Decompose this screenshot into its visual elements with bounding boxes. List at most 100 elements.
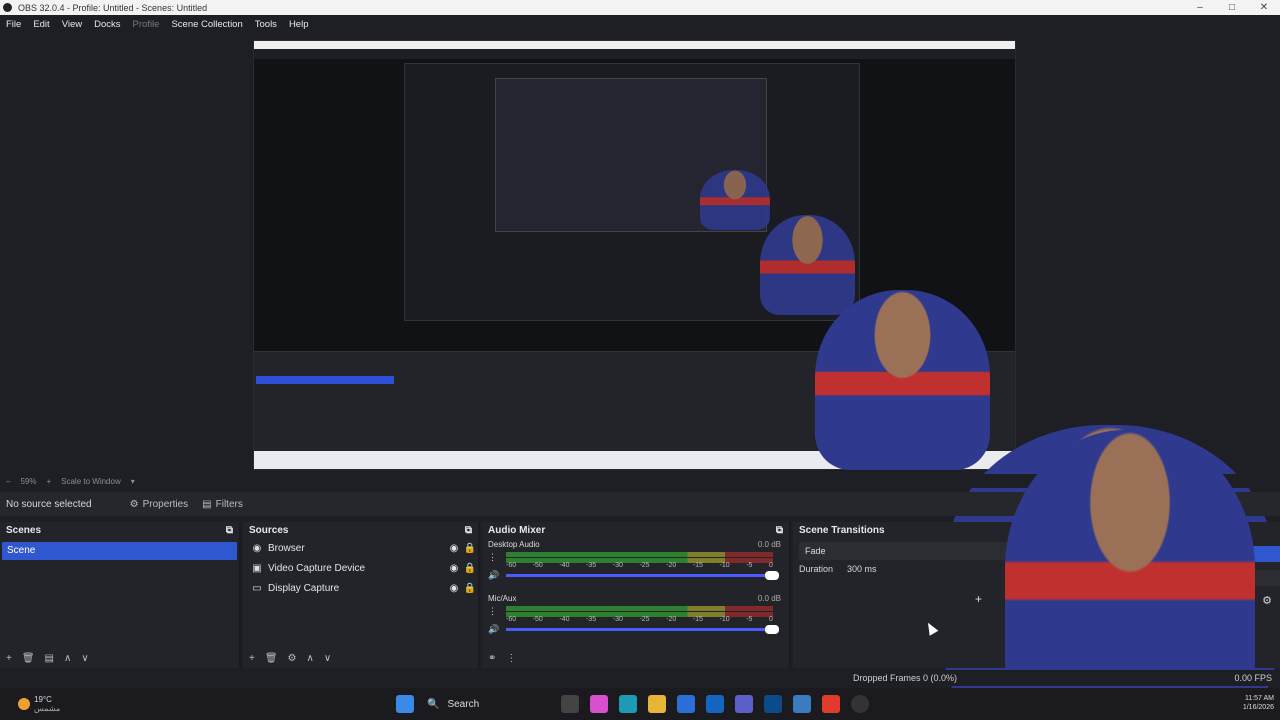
- menu-edit[interactable]: Edit: [27, 19, 55, 30]
- move-up-icon[interactable]: ∧: [64, 653, 71, 664]
- menu-help[interactable]: Help: [283, 19, 315, 30]
- scene-transitions-dock: Scene Transitions Fade▾ Duration 300 ms …: [793, 522, 1028, 668]
- maximize-button[interactable]: □: [1216, 2, 1248, 13]
- volume-slider[interactable]: [506, 625, 779, 634]
- add-icon[interactable]: +: [249, 653, 255, 664]
- clock-time: 11:57 AM: [1244, 695, 1274, 702]
- add-icon[interactable]: +: [6, 653, 12, 664]
- chrome-icon[interactable]: [821, 695, 840, 713]
- mixer-channel: Mic/Aux 0.0 dB ⋮ -60 -50 -40 -35 -30 -25 -20 -1…: [488, 594, 783, 646]
- menu-profile[interactable]: Profile: [127, 19, 166, 30]
- add-transition-icon[interactable]: +: [975, 592, 982, 606]
- window-titlebar: OBS 32.0.4 - Profile: Untitled - Scenes:…: [0, 0, 1280, 15]
- meter-ticks: -60 -50 -40 -35 -30 -25 -20 -15 -10 -5 0: [506, 562, 773, 569]
- trash-icon[interactable]: 🗑: [265, 653, 278, 664]
- move-down-icon[interactable]: ∨: [324, 653, 331, 664]
- obs-icon[interactable]: [850, 695, 869, 713]
- menu-view[interactable]: View: [56, 19, 88, 30]
- minimize-button[interactable]: –: [1184, 2, 1216, 13]
- transition-value: Fade: [805, 546, 826, 556]
- gear-icon[interactable]: ⚙: [1262, 594, 1272, 607]
- dropped-frames: Dropped Frames 0 (0.0%): [853, 673, 958, 683]
- mixer-channel: Desktop Audio 0.0 dB ⋮ -60 -50 -40 -35 -30 -2…: [488, 540, 783, 592]
- lock-icon[interactable]: 🔒: [462, 583, 478, 594]
- clock[interactable]: 11:57 AM 1/16/2026: [1243, 694, 1274, 712]
- zoom-in-icon[interactable]: +: [46, 477, 51, 486]
- task-view-icon[interactable]: [560, 695, 579, 713]
- trash-icon[interactable]: 🗑: [22, 653, 35, 664]
- weather-widget[interactable]: 19°C مشمس: [0, 695, 390, 713]
- menu-scene-collection[interactable]: Scene Collection: [165, 19, 248, 30]
- link-icon[interactable]: ⚭: [488, 653, 496, 664]
- channel-db: 0.0 dB: [757, 540, 781, 549]
- filters-label: Filters: [215, 498, 243, 510]
- kebab-menu-icon[interactable]: ⋮: [506, 653, 516, 664]
- copilot-icon[interactable]: [589, 695, 608, 713]
- transition-select-row: Fade▾: [799, 542, 1020, 560]
- mixer-title: Audio Mixer: [488, 524, 546, 536]
- filter-icon[interactable]: ▤: [45, 653, 54, 664]
- windows-taskbar: 19°C مشمس 🔍 Search 11:57 AM 1/16/2026: [0, 688, 1280, 720]
- fps-readout: 0.00 FPS: [1234, 673, 1272, 683]
- mixer-toolbar: ⚭ ⋮: [482, 648, 789, 668]
- folder-icon[interactable]: [647, 695, 666, 713]
- menu-bar: File Edit View Docks Profile Scene Colle…: [0, 15, 1280, 33]
- eye-icon[interactable]: ◉: [446, 583, 462, 594]
- source-item[interactable]: ▣ Video Capture Device ◉ 🔒: [243, 558, 478, 578]
- duration-input[interactable]: 300 ms: [847, 564, 877, 574]
- zoom-out-icon[interactable]: –: [6, 477, 10, 486]
- eye-icon[interactable]: ◉: [446, 543, 462, 554]
- lock-icon[interactable]: 🔒: [462, 543, 478, 554]
- gear-icon: ⚙: [129, 498, 139, 510]
- audio-mixer-dock: Audio Mixer ⧉ Desktop Audio 0.0 dB ⋮ -60-…: [482, 522, 791, 668]
- volume-meter: [506, 606, 773, 611]
- volume-slider[interactable]: [506, 571, 779, 580]
- menu-tools[interactable]: Tools: [249, 19, 283, 30]
- channel-name: Desktop Audio: [488, 540, 540, 549]
- scene-item[interactable]: Scene: [2, 542, 237, 560]
- zoom-percent[interactable]: 59%: [20, 477, 36, 486]
- move-down-icon[interactable]: ∨: [81, 653, 88, 664]
- dock-float-icon[interactable]: ⧉: [776, 525, 783, 536]
- dock-float-icon[interactable]: ⧉: [465, 525, 472, 536]
- sources-title: Sources: [249, 524, 289, 536]
- teams-icon[interactable]: [734, 695, 753, 713]
- lock-icon[interactable]: 🔒: [462, 563, 478, 574]
- properties-label: Properties: [142, 498, 189, 510]
- close-button[interactable]: ✕: [1248, 2, 1280, 13]
- app-icon[interactable]: [792, 695, 811, 713]
- source-item[interactable]: ▭ Display Capture ◉ 🔒: [243, 578, 478, 598]
- filters-button[interactable]: ▤ Filters: [202, 499, 243, 510]
- eye-icon[interactable]: ◉: [446, 563, 462, 574]
- mixer-dock-header: Audio Mixer ⧉: [482, 522, 789, 538]
- store-icon[interactable]: [676, 695, 695, 713]
- transition-select[interactable]: Fade▾: [799, 542, 1020, 560]
- webcam-person-image: [760, 215, 855, 315]
- windows-start-icon[interactable]: [395, 695, 414, 713]
- monitor-icon: ▭: [252, 582, 262, 594]
- chevron-down-icon[interactable]: ▾: [131, 477, 135, 486]
- defender-icon[interactable]: [763, 695, 782, 713]
- slider-knob[interactable]: [765, 625, 779, 634]
- outlook-icon[interactable]: [705, 695, 724, 713]
- menu-file[interactable]: File: [0, 19, 27, 30]
- speaker-icon[interactable]: 🔊: [488, 624, 499, 635]
- sources-toolbar: + 🗑 ⚙ ∧ ∨: [243, 648, 478, 668]
- slider-knob[interactable]: [765, 571, 779, 580]
- move-up-icon[interactable]: ∧: [307, 653, 314, 664]
- taskbar-search[interactable]: 🔍 Search: [419, 693, 555, 715]
- dock-float-icon[interactable]: ⧉: [226, 525, 233, 536]
- gear-icon[interactable]: ⚙: [288, 653, 297, 664]
- edge-icon[interactable]: [618, 695, 637, 713]
- menu-docks[interactable]: Docks: [88, 19, 126, 30]
- zoom-mode[interactable]: Scale to Window: [61, 477, 121, 486]
- source-item[interactable]: ◉ Browser ◉ 🔒: [243, 538, 478, 558]
- speaker-icon[interactable]: 🔊: [488, 570, 499, 581]
- kebab-menu-icon[interactable]: ⋮: [488, 606, 497, 617]
- kebab-menu-icon[interactable]: ⋮: [488, 552, 497, 563]
- nested-titlebar: [254, 41, 1015, 49]
- volume-meter: [506, 552, 773, 557]
- properties-button[interactable]: ⚙ Properties: [130, 499, 189, 510]
- nested-scene-selected: [256, 376, 394, 384]
- weather-temp: 19°C: [34, 695, 52, 704]
